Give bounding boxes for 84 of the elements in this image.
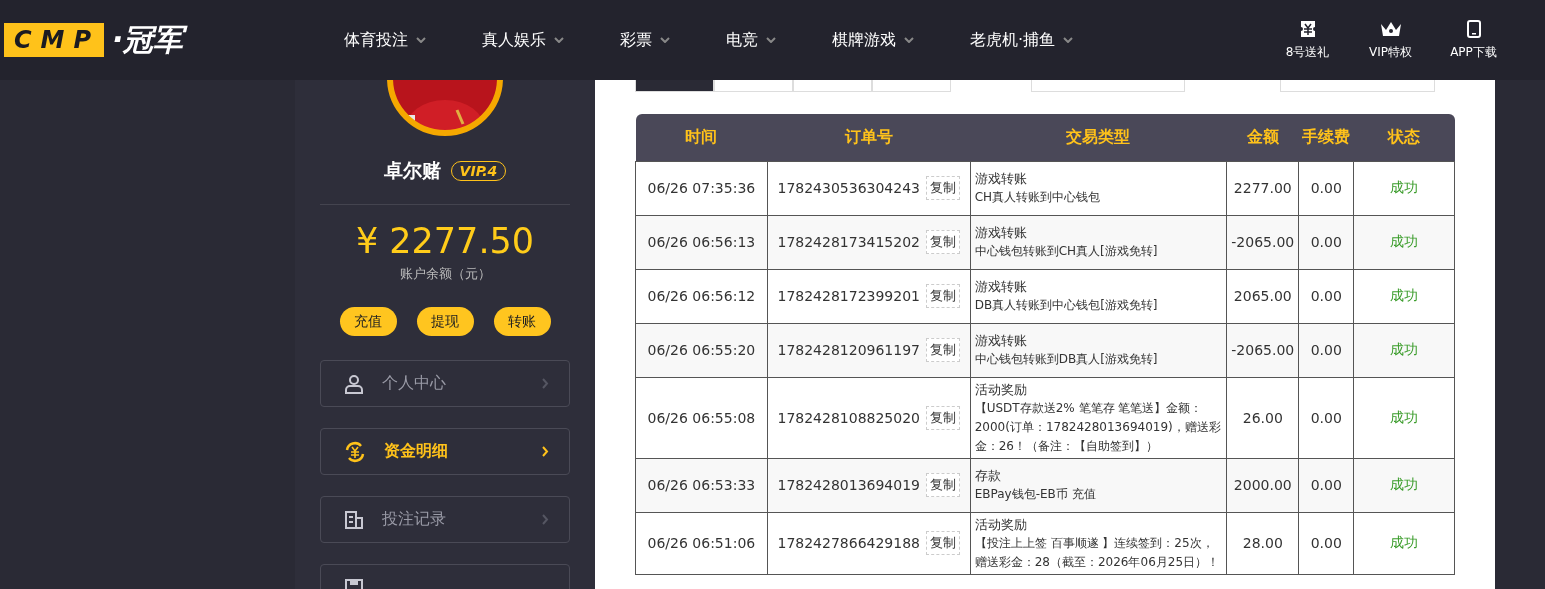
transaction-type: 活动奖励 [974,515,1028,534]
table-cell: 0.00 [1298,458,1354,512]
order-number: 1782428013694019 [777,477,920,493]
status-text: 成功 [1390,476,1419,492]
column-header: 时间 [635,114,768,161]
table-cell: 2000.00 [1226,458,1299,512]
menu-item[interactable]: 个人中心 [320,360,570,407]
copy-button[interactable]: 复制 [926,284,960,308]
table-cell: 06/26 06:56:13 [635,215,768,269]
table-cell: 06/26 06:56:12 [635,269,768,323]
order-number: 1782428173415202 [777,234,920,250]
transaction-type: 游戏转账 [974,332,1028,350]
nav-item[interactable]: 老虎机·捕鱼 [970,29,1074,51]
menu-item[interactable]: 投注记录 [320,496,570,543]
status-text: 成功 [1390,179,1419,195]
wallet-button[interactable]: 提现 [416,307,474,336]
status-text: 成功 [1390,287,1419,303]
table-cell: 2065.00 [1226,269,1299,323]
status-text: 成功 [1390,233,1419,249]
table-cell: 06/26 06:55:20 [635,323,768,377]
table-cell: 0.00 [1298,323,1354,377]
order-number: 1782430536304243 [777,180,920,196]
wallet-button[interactable]: 充值 [339,307,397,336]
wallet-button[interactable]: 转账 [493,307,551,336]
header-action[interactable]: VIP特权 [1349,19,1432,61]
table-cell: -2065.00 [1226,215,1299,269]
balance-amount: ¥ 2277.50 [355,221,535,261]
order-number: 1782428172399201 [777,288,920,304]
nav-item[interactable]: 体育投注 [344,29,426,51]
table-cell: 26.00 [1226,377,1299,458]
transaction-detail: EBPay钱包-EB币 充值 [974,486,1097,503]
transaction-type: 游戏转账 [974,170,1028,188]
transaction-detail: 【USDT存款送2% 笔笔存 笔笔送】金额：2000(订单：1782428013694019)，赠送彩金：26！（备注：【自助签到】） [974,399,1222,455]
table-cell: 06/26 06:53:33 [635,458,768,512]
column-header: 金额 [1226,114,1299,161]
order-number: 1782427866429188 [777,535,920,551]
column-header: 交易类型 [970,114,1227,161]
copy-button[interactable]: 复制 [926,338,960,362]
nav-item[interactable]: 电竞 [726,29,776,51]
copy-button[interactable]: 复制 [926,176,960,200]
transaction-detail: 【投注上上签 百事顺遂 】连续签到：25次，赠送彩金：28（截至：2026年06月25日）！ [974,534,1221,571]
table-cell: 06/26 06:51:06 [635,512,768,574]
status-text: 成功 [1390,534,1419,550]
nav-item[interactable]: 彩票 [620,29,670,51]
user-name: 卓尔赌 [383,158,441,183]
nav-item[interactable]: 真人娱乐 [482,29,564,51]
table-cell: 06/26 06:55:08 [635,377,768,458]
table-cell: -2065.00 [1226,323,1299,377]
menu-label: 个人中心 [382,373,446,392]
copy-button[interactable]: 复制 [926,531,960,555]
nav-item[interactable]: 棋牌游戏 [832,29,914,51]
transaction-detail: CH真人转账到中心钱包 [974,189,1102,206]
transaction-detail: 中心钱包转账到CH真人[游戏免转] [974,243,1159,260]
order-number: 1782428120961197 [777,342,920,358]
table-cell: 0.00 [1298,377,1354,458]
column-header: 订单号 [767,114,971,161]
transaction-type: 游戏转账 [974,278,1028,296]
table-cell: 2277.00 [1226,161,1299,215]
column-header: 状态 [1353,114,1455,161]
table-cell: 06/26 07:35:36 [635,161,768,215]
table-cell: 0.00 [1298,512,1354,574]
copy-button[interactable]: 复制 [926,405,960,430]
balance-label: 账户余额（元） [399,265,491,283]
transaction-type: 游戏转账 [974,224,1028,242]
transaction-type: 存款 [974,467,1002,485]
order-number: 1782428108825020 [777,409,920,426]
table-cell: 0.00 [1298,269,1354,323]
header-action[interactable]: 8号送礼 [1266,19,1349,61]
copy-button[interactable]: 复制 [926,473,960,497]
transaction-type: 活动奖励 [974,380,1028,399]
status-text: 成功 [1390,341,1419,357]
transaction-detail: DB真人转账到中心钱包[游戏免转] [974,297,1159,314]
logo-badge[interactable]: CMP [4,23,105,57]
table-cell: 0.00 [1298,161,1354,215]
copy-button[interactable]: 复制 [926,230,960,254]
menu-item[interactable]: 资金明细 [320,428,570,475]
table-cell: 0.00 [1298,215,1354,269]
menu-label: 投注记录 [382,509,446,528]
status-text: 成功 [1390,408,1419,425]
table-cell: 28.00 [1226,512,1299,574]
header-action[interactable]: APP下载 [1432,19,1515,61]
column-header: 手续费 [1298,114,1354,161]
transaction-detail: 中心钱包转账到DB真人[游戏免转] [974,351,1159,368]
menu-label: 资金明细 [384,441,448,460]
